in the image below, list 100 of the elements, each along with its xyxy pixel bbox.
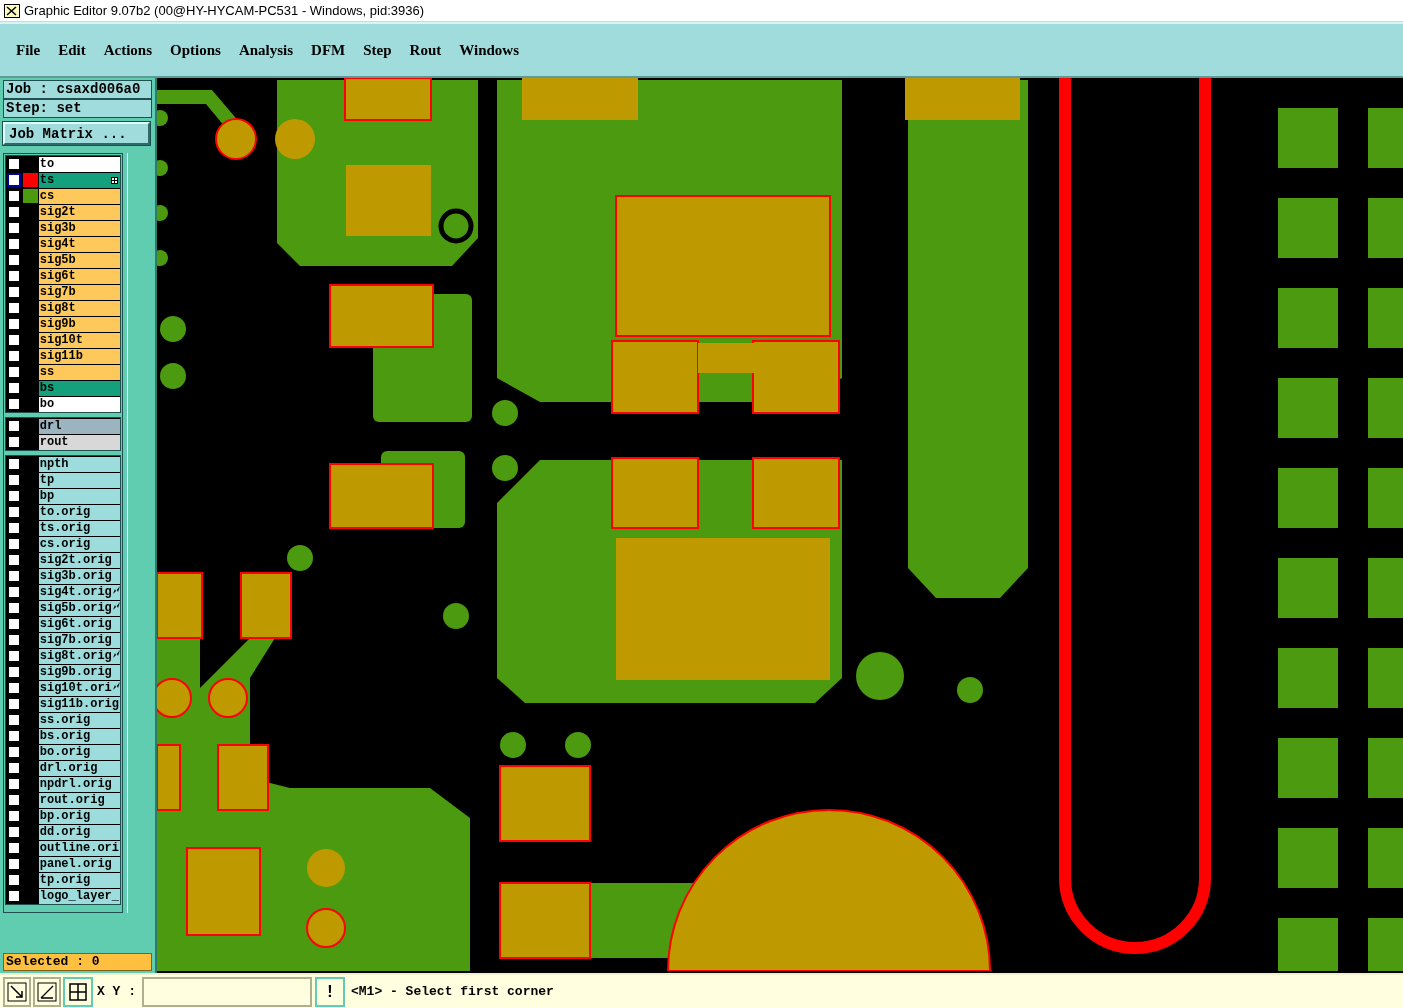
layer-checkbox[interactable] [7,841,21,855]
layer-checkbox[interactable] [7,569,21,583]
layer-name[interactable]: sig7b [38,285,120,300]
layer-name[interactable]: npth [38,457,120,472]
layer-checkbox[interactable] [7,873,21,887]
measure-angle-icon[interactable] [33,976,61,1007]
layer-name[interactable]: tp [38,473,120,488]
grid-icon[interactable] [63,976,93,1007]
layer-name[interactable]: bo.orig [38,745,120,760]
layer-name[interactable]: sig4t.orig [38,585,120,600]
job-matrix-button[interactable]: Job Matrix ... [3,122,150,145]
layer-checkbox[interactable] [7,301,21,315]
layer-name[interactable]: bp [38,489,120,504]
layer-checkbox[interactable] [7,457,21,471]
layer-checkbox[interactable] [7,173,21,187]
layer-checkbox[interactable] [7,521,21,535]
layer-checkbox[interactable] [7,253,21,267]
layer-checkbox[interactable] [7,221,21,235]
menu-item[interactable]: Analysis [230,38,302,62]
layer-name[interactable]: panel.orig [38,857,120,872]
layer-name[interactable]: ss [38,365,120,380]
layer-name[interactable]: rout.orig [38,793,120,808]
menu-item[interactable]: File [8,38,49,62]
layer-checkbox[interactable] [7,365,21,379]
layer-name[interactable]: ss.orig [38,713,120,728]
layer-checkbox[interactable] [7,189,21,203]
layer-name[interactable]: sig8t [38,301,120,316]
menu-item[interactable]: DFM [303,38,354,62]
layer-checkbox[interactable] [7,697,21,711]
menu-item[interactable]: Actions [95,38,160,62]
layer-name[interactable]: sig11b.orig [38,697,120,712]
layer-name[interactable]: ts.orig [38,521,120,536]
layer-checkbox[interactable] [7,633,21,647]
layer-checkbox[interactable] [7,825,21,839]
layer-name[interactable]: sig9b.orig [38,665,120,680]
layer-name[interactable]: bs [38,381,120,396]
layer-checkbox[interactable] [7,681,21,695]
layer-name[interactable]: sig2t.orig [38,553,120,568]
layer-name[interactable]: bs.orig [38,729,120,744]
layer-name[interactable]: tp.orig [38,873,120,888]
xy-input-field[interactable] [142,976,312,1007]
layer-checkbox[interactable] [7,617,21,631]
layer-name[interactable]: sig2t [38,205,120,220]
layer-checkbox[interactable] [7,649,21,663]
layer-checkbox[interactable] [7,537,21,551]
layer-name[interactable]: cs [38,189,120,204]
layer-name[interactable]: npdrl.orig [38,777,120,792]
layer-checkbox[interactable] [7,285,21,299]
layer-checkbox[interactable] [7,745,21,759]
layer-name[interactable]: sig10t.ori [38,681,120,696]
layer-name[interactable]: sig5b [38,253,120,268]
layer-name[interactable]: ts [38,173,120,188]
layer-checkbox[interactable] [7,419,21,433]
layer-checkbox[interactable] [7,713,21,727]
menu-item[interactable]: Step [355,38,400,62]
alert-button[interactable]: ! [315,976,345,1007]
layer-checkbox[interactable] [7,793,21,807]
layer-name[interactable]: sig7b.orig [38,633,120,648]
layer-checkbox[interactable] [7,809,21,823]
layer-checkbox[interactable] [7,349,21,363]
layer-checkbox[interactable] [7,889,21,903]
layer-checkbox[interactable] [7,505,21,519]
layer-name[interactable]: drl.orig [38,761,120,776]
layer-name[interactable]: bp.orig [38,809,120,824]
layer-name[interactable]: to.orig [38,505,120,520]
layer-checkbox[interactable] [7,157,21,171]
layer-checkbox[interactable] [7,269,21,283]
layer-name[interactable]: sig8t.orig [38,649,120,664]
layer-name[interactable]: cs.orig [38,537,120,552]
layer-name[interactable]: sig3b [38,221,120,236]
layer-checkbox[interactable] [7,553,21,567]
layer-name[interactable]: bo [38,397,120,412]
layer-checkbox[interactable] [7,435,21,449]
layer-name[interactable]: dd.orig [38,825,120,840]
layer-checkbox[interactable] [7,777,21,791]
menu-item[interactable]: Rout [401,38,450,62]
layer-checkbox[interactable] [7,397,21,411]
layer-checkbox[interactable] [7,729,21,743]
menu-item[interactable]: Edit [50,38,94,62]
layer-name[interactable]: sig10t [38,333,120,348]
layer-name[interactable]: rout [38,435,120,450]
layer-checkbox[interactable] [7,857,21,871]
layer-checkbox[interactable] [7,601,21,615]
layer-color-swatch[interactable] [22,173,38,187]
layer-name[interactable]: to [38,157,120,172]
layer-name[interactable]: drl [38,419,120,434]
layer-name[interactable]: sig4t [38,237,120,252]
layer-checkbox[interactable] [7,237,21,251]
layer-name[interactable]: sig5b.orig [38,601,120,616]
layer-name[interactable]: sig11b [38,349,120,364]
layer-checkbox[interactable] [7,333,21,347]
layer-checkbox[interactable] [7,317,21,331]
menu-item[interactable]: Options [162,38,229,62]
layer-checkbox[interactable] [7,585,21,599]
layer-color-swatch[interactable] [22,189,38,203]
layer-name[interactable]: logo_layer_ [38,889,120,904]
layer-checkbox[interactable] [7,205,21,219]
layer-checkbox[interactable] [7,665,21,679]
layer-checkbox[interactable] [7,761,21,775]
layer-checkbox[interactable] [7,489,21,503]
